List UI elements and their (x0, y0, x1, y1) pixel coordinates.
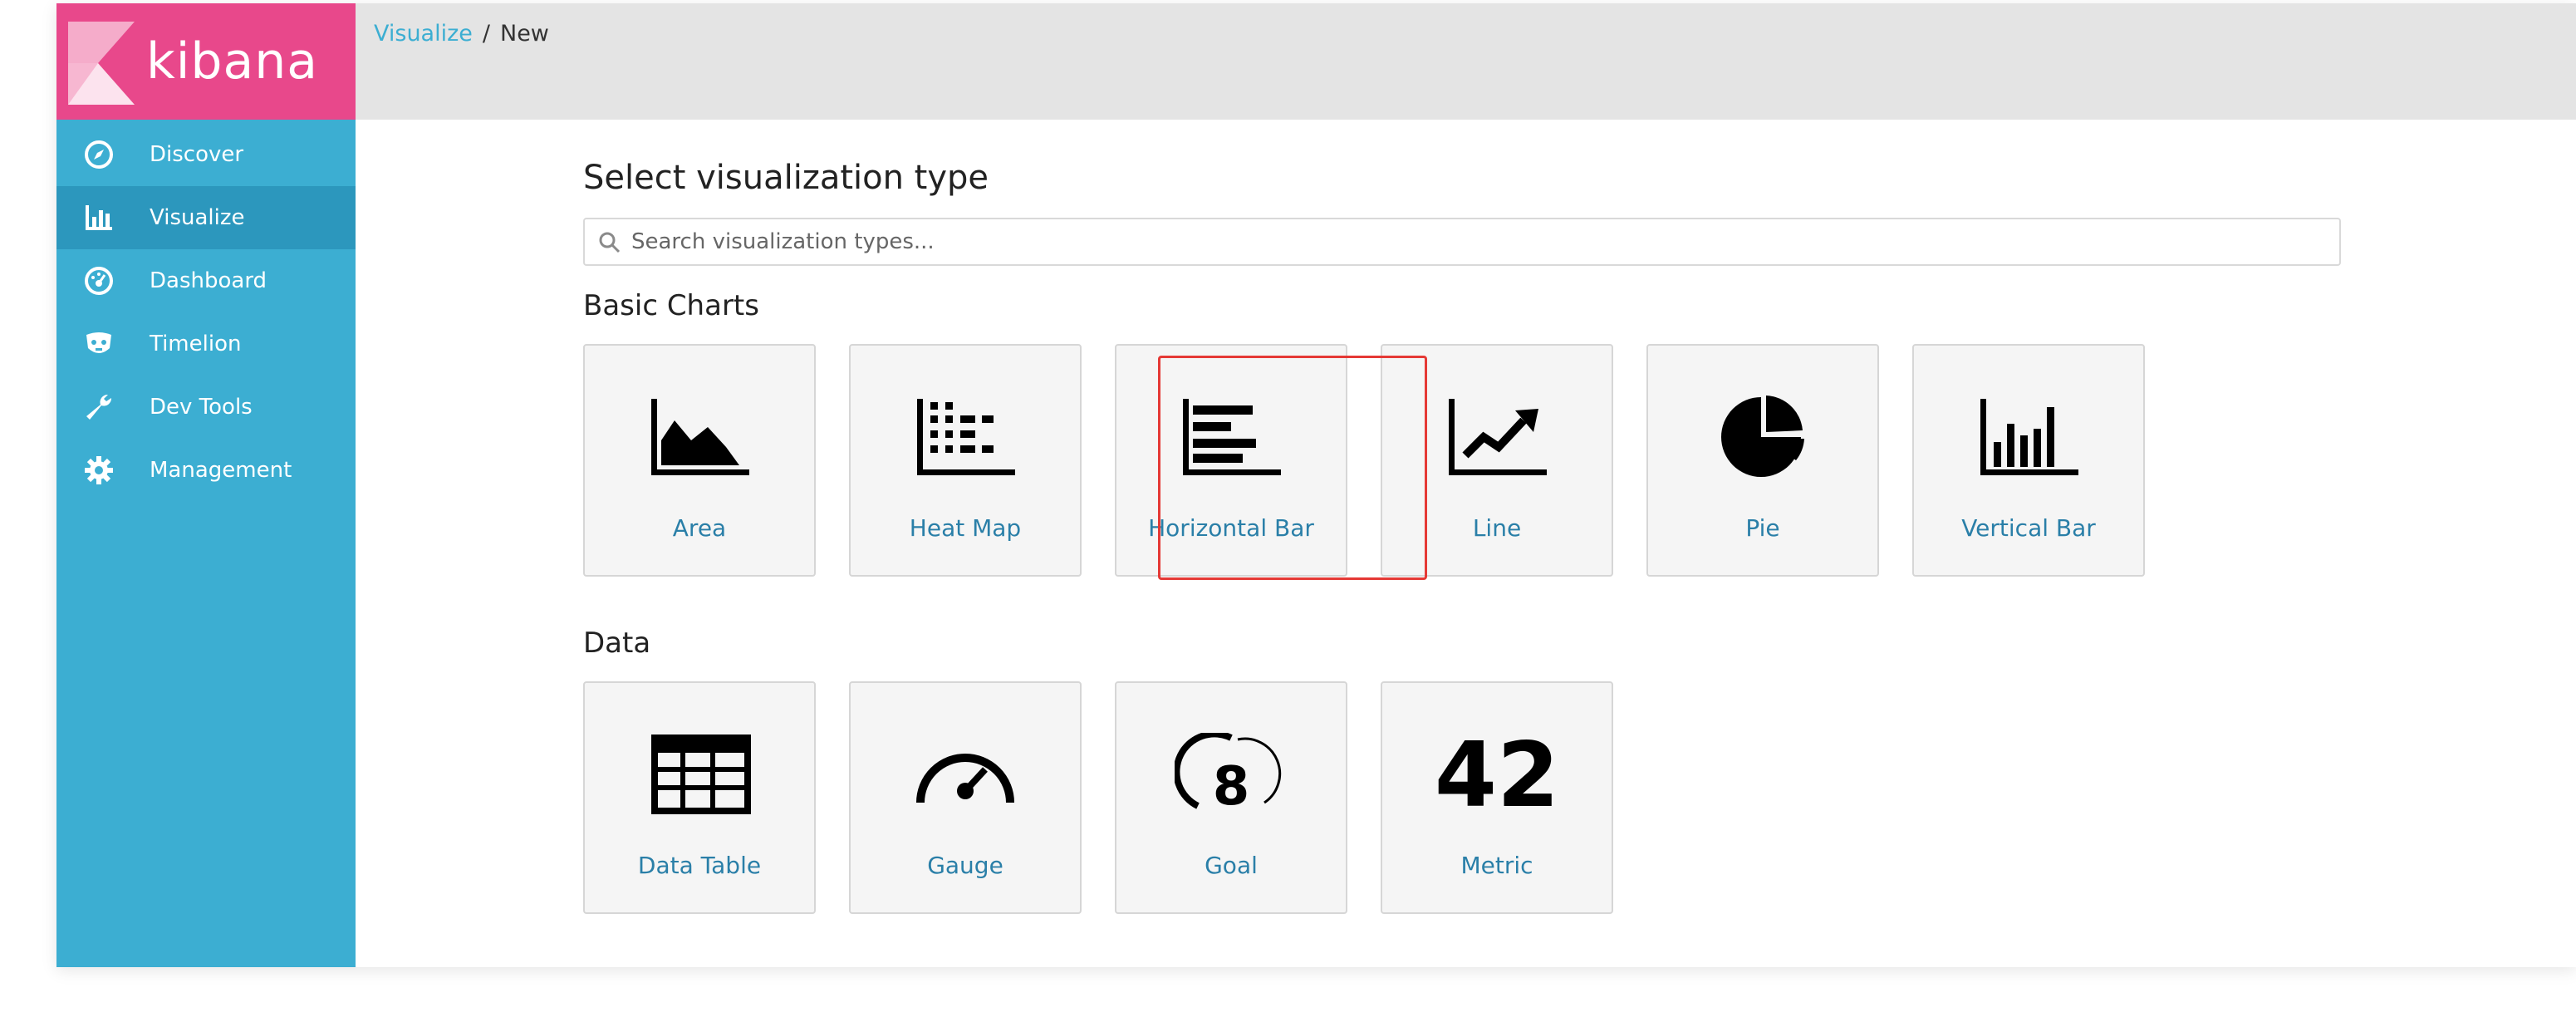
sidebar-nav: Discover Visualize Dashboard Timelion De… (56, 123, 356, 502)
sidebar-item-label: Dashboard (150, 268, 267, 293)
search-input[interactable] (630, 224, 2294, 259)
tile-label: Vertical Bar (1961, 514, 2096, 542)
pie-chart-icon (1721, 396, 1804, 477)
sidebar-item-label: Management (150, 458, 292, 483)
tile-label: Goal (1205, 852, 1258, 879)
tile-horizontal-bar[interactable]: Horizontal Bar (1115, 344, 1347, 577)
vertical-bar-icon (1980, 399, 2078, 475)
main-content: Select visualization type Basic Charts A… (356, 120, 2576, 967)
tile-area[interactable]: Area (583, 344, 816, 577)
tile-heat-map[interactable]: Heat Map (849, 344, 1082, 577)
sidebar-item-label: Visualize (150, 205, 245, 230)
tile-vertical-bar[interactable]: Vertical Bar (1912, 344, 2145, 577)
tile-gauge[interactable]: Gauge (849, 681, 1082, 914)
kibana-logo-text: kibana (146, 32, 319, 91)
tile-data-table[interactable]: Data Table (583, 681, 816, 914)
tile-label: Line (1472, 514, 1522, 542)
kibana-app: kibana Discover Visualize Dashboard Time… (56, 3, 2576, 967)
metric-icon: 42 (1434, 724, 1560, 828)
heat-map-icon (917, 399, 1015, 475)
tile-line[interactable]: Line (1381, 344, 1613, 577)
sidebar-item-discover[interactable]: Discover (56, 123, 356, 186)
sidebar-item-label: Discover (150, 142, 244, 167)
tile-label: Pie (1745, 514, 1780, 542)
search-box[interactable] (583, 218, 2341, 266)
goal-icon-text: 8 (1213, 756, 1250, 816)
tile-label: Gauge (927, 852, 1003, 879)
section-title-basic-charts: Basic Charts (583, 289, 759, 322)
timelion-mask-icon (86, 332, 111, 353)
kibana-logo[interactable]: kibana (56, 3, 356, 120)
breadcrumb-link-visualize[interactable]: Visualize (374, 21, 473, 47)
gear-icon (85, 456, 113, 484)
tile-label: Horizontal Bar (1148, 514, 1314, 542)
sidebar-item-label: Dev Tools (150, 395, 253, 420)
search-icon (599, 232, 621, 253)
sidebar-item-dev-tools[interactable]: Dev Tools (56, 376, 356, 439)
breadcrumb-current: New (500, 21, 549, 47)
page-title: Select visualization type (583, 159, 989, 197)
area-chart-icon (651, 399, 749, 475)
wrench-icon (86, 394, 112, 420)
tile-label: Data Table (637, 852, 762, 879)
section-title-data: Data (583, 626, 651, 660)
gauge-icon (916, 754, 1014, 803)
top-bar: Visualize / New (356, 3, 2576, 120)
sidebar-item-dashboard[interactable]: Dashboard (56, 249, 356, 312)
dashboard-gauge-icon (85, 267, 113, 295)
tile-label: Metric (1460, 852, 1533, 879)
sidebar-item-management[interactable]: Management (56, 439, 356, 502)
compass-icon (85, 140, 113, 169)
data-table-icon (651, 734, 751, 814)
breadcrumb: Visualize / New (374, 18, 549, 50)
tile-label: Area (672, 514, 727, 542)
sidebar: kibana Discover Visualize Dashboard Time… (56, 3, 356, 967)
sidebar-item-visualize[interactable]: Visualize (56, 186, 356, 249)
tile-metric[interactable]: 42 Metric (1381, 681, 1613, 914)
kibana-logo-icon (68, 22, 135, 105)
sidebar-item-label: Timelion (150, 332, 242, 356)
tile-pie[interactable]: Pie (1646, 344, 1879, 577)
line-chart-icon (1449, 399, 1547, 475)
sidebar-item-timelion[interactable]: Timelion (56, 312, 356, 376)
tile-label: Heat Map (909, 514, 1022, 542)
breadcrumb-separator: / (482, 21, 490, 47)
tile-goal[interactable]: 8 Goal (1115, 681, 1347, 914)
goal-icon: 8 (1175, 733, 1282, 816)
horizontal-bar-icon (1183, 399, 1281, 475)
bar-chart-icon (86, 205, 112, 230)
